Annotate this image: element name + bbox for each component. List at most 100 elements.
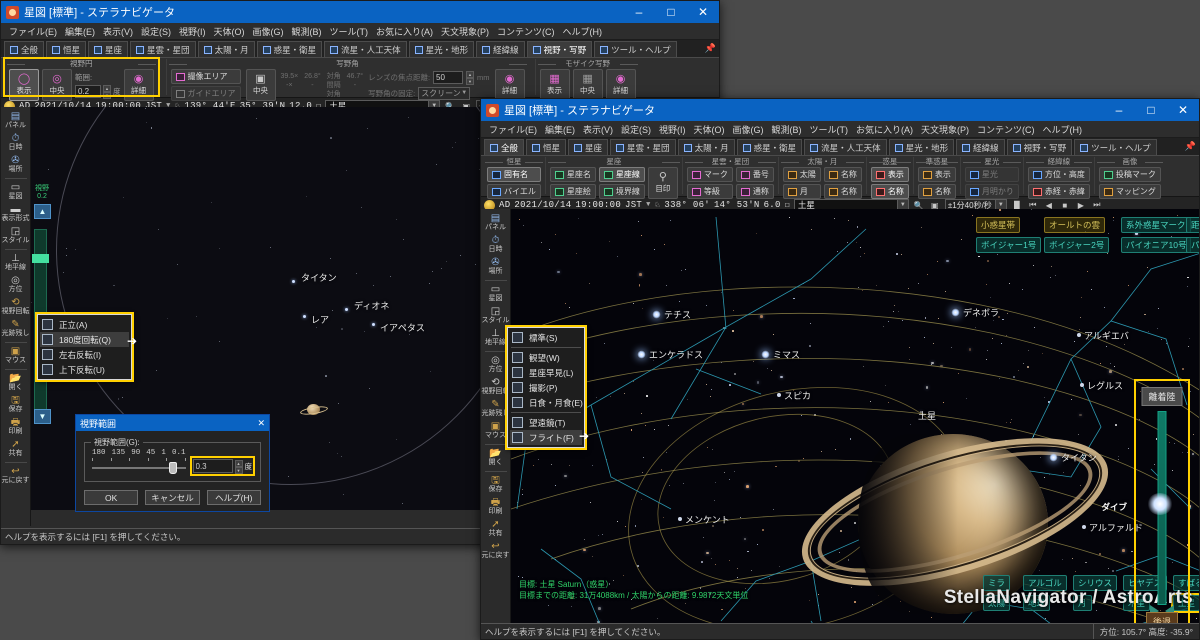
minimize-button[interactable]: – xyxy=(1103,99,1135,121)
menu-item-フライト(F)[interactable]: フライト(F) xyxy=(510,430,582,445)
guide-area-button[interactable]: ガイドエリア xyxy=(170,86,241,101)
menu-item-2[interactable]: 表示(V) xyxy=(99,25,137,38)
sidebar-item-マウス[interactable]: ▣ マウス xyxy=(481,420,511,442)
tabbar-1[interactable]: 全般 恒星 星座 星雲・星団 太陽・月 惑星・衛星 流星・人工天体 星光・地形 経緯線 視野・写野… xyxy=(1,40,719,58)
tab-恒星[interactable]: 恒星 xyxy=(526,139,567,155)
sidebar-item-印刷[interactable]: 🖶 印刷 xyxy=(481,496,511,518)
tab-星座[interactable]: 星座 xyxy=(88,41,129,57)
pin-icon[interactable]: 📌 xyxy=(705,43,716,54)
sky-canvas-2[interactable]: アルクトゥールステチスデネボラエンケラドスミマスアルギエバスピカレグルス土星タイ… xyxy=(511,209,1199,623)
maximize-button[interactable]: □ xyxy=(655,1,687,23)
menu-item-5[interactable]: 天体(O) xyxy=(210,25,249,38)
ribbon-button-太陽[interactable]: 太陽 xyxy=(782,167,821,182)
mosaic-show-button[interactable]: ▦ 表示 xyxy=(539,69,570,101)
retreat-button[interactable]: 後退 xyxy=(1145,612,1179,623)
fov-center-button[interactable]: ▣ 中央 xyxy=(245,69,276,101)
ribbon-button-目印[interactable]: ⚲ 目印 xyxy=(647,167,678,199)
sidebar-item-日時[interactable]: ⏱ 日時 xyxy=(481,234,511,256)
menu-item-標準(S)[interactable]: 標準(S) xyxy=(510,330,582,345)
menu-item-左右反転(I)[interactable]: 左右反転(I) xyxy=(40,347,129,362)
chip-パイオニア10号[interactable]: パイオニア10号 xyxy=(1121,237,1192,253)
pin-icon[interactable]: 📌 xyxy=(1185,141,1196,152)
menu-item-7[interactable]: 観測(B) xyxy=(768,123,806,136)
sidebar-item-方位[interactable]: ◎ 方位 xyxy=(1,274,31,296)
fov-value-input[interactable] xyxy=(192,459,233,473)
style-menu-popup[interactable]: 標準(S) 観望(W) 星座早見(L) 撮影(P) 日食・月食(E) 望遠鏡(T) フライト… xyxy=(505,325,587,450)
menu-item-観望(W)[interactable]: 観望(W) xyxy=(510,350,582,365)
close-button[interactable]: ✕ xyxy=(687,1,719,23)
menu-item-撮影(P)[interactable]: 撮影(P) xyxy=(510,380,582,395)
menu-item-0[interactable]: ファイル(E) xyxy=(485,123,541,136)
sidebar-item-元に戻す[interactable]: ↩ 元に戻す xyxy=(1,465,31,487)
sidebar-item-場所[interactable]: ✇ 場所 xyxy=(1,154,31,176)
window-controls-2[interactable]: – □ ✕ xyxy=(1103,99,1199,121)
menu-item-9[interactable]: お気に入り(A) xyxy=(372,25,437,38)
ribbon-button-星光[interactable]: 星光 xyxy=(964,167,1019,182)
zoom-in-button[interactable]: ▲ xyxy=(34,204,51,219)
rotate-menu-popup[interactable]: 正立(A) 180度回転(Q) 左右反転(I) 上下反転(U) xyxy=(35,312,134,382)
menu-item-3[interactable]: 設定(S) xyxy=(617,123,655,136)
minimize-button[interactable]: – xyxy=(623,1,655,23)
tab-惑星・衛星[interactable]: 惑星・衛星 xyxy=(736,139,803,155)
ribbon-button-名称[interactable]: 名称 xyxy=(823,167,862,182)
ribbon-button-固有名[interactable]: 固有名 xyxy=(487,167,541,182)
tab-全般[interactable]: 全般 xyxy=(4,41,45,57)
ribbon-button-名称[interactable]: 名称 xyxy=(917,184,956,199)
cancel-button[interactable]: キャンセル xyxy=(145,490,200,505)
fov-slider-thumb[interactable] xyxy=(168,462,177,474)
tab-星光・地形[interactable]: 星光・地形 xyxy=(408,41,475,57)
sidebar-item-地平線[interactable]: ⊥ 地平線 xyxy=(1,252,31,274)
view-circle-center-button[interactable]: ◎ 中央 xyxy=(42,69,72,101)
tab-流星・人工天体[interactable]: 流星・人工天体 xyxy=(324,41,407,57)
menu-item-6[interactable]: 画像(G) xyxy=(249,25,288,38)
chip-系外惑星マーク[interactable]: 系外惑星マーク xyxy=(1121,217,1191,233)
ribbon-1[interactable]: 視野円 ◯ 表示 ◎ 中央 範囲: ▲▼ xyxy=(1,57,719,101)
sidebar-item-マウス[interactable]: ▣ マウス xyxy=(1,345,31,367)
ribbon-button-月[interactable]: 月 xyxy=(782,184,821,199)
chip-ボイジャー1号[interactable]: ボイジャー1号 xyxy=(976,237,1042,253)
chip-小惑星帯[interactable]: 小惑星帯 xyxy=(976,217,1021,233)
ribbon-button-方位・高度[interactable]: 方位・高度 xyxy=(1027,167,1090,182)
menu-item-0[interactable]: ファイル(E) xyxy=(5,25,61,38)
menubar-2[interactable]: ファイル(E) 編集(E) 表示(V) 設定(S) 視野(I) 天体(O) 画像(G) 観測(… xyxy=(481,121,1199,138)
menu-item-180度回転(Q)[interactable]: 180度回転(Q) xyxy=(40,332,129,347)
chip-パイオニア11号[interactable]: パイオニア11号 xyxy=(1186,237,1199,253)
sidebar-item-星図[interactable]: ▭ 星図 xyxy=(1,181,31,203)
close-icon[interactable]: ✕ xyxy=(257,418,265,429)
ribbon-button-通称[interactable]: 通称 xyxy=(735,184,774,199)
sidebar-item-表示形式[interactable]: ▬ 表示形式 xyxy=(1,203,31,225)
ribbon-button-番号[interactable]: 番号 xyxy=(735,167,774,182)
menu-item-1[interactable]: 編集(E) xyxy=(541,123,579,136)
fov-range-dialog[interactable]: 視野範囲 ✕ 視野範囲(G): 180 135 90 45 1 0.1 0.3 … xyxy=(75,414,270,512)
menu-item-12[interactable]: ヘルプ(H) xyxy=(559,25,607,38)
focal-spinner[interactable]: ▲ ▼ xyxy=(466,70,475,85)
tab-惑星・衛星[interactable]: 惑星・衛星 xyxy=(256,41,323,57)
menu-item-8[interactable]: ツール(T) xyxy=(806,123,853,136)
sidebar-item-パネル[interactable]: ▤ パネル xyxy=(1,110,31,132)
sidebar-item-印刷[interactable]: 🖶 印刷 xyxy=(1,416,31,438)
menu-item-12[interactable]: ヘルプ(H) xyxy=(1039,123,1087,136)
menu-item-9[interactable]: お気に入り(A) xyxy=(852,123,917,136)
menu-item-11[interactable]: コンテンツ(C) xyxy=(493,25,559,38)
ribbon-button-星座名[interactable]: 星座名 xyxy=(549,167,596,182)
tab-星座[interactable]: 星座 xyxy=(568,139,609,155)
view-circle-show-button[interactable]: ◯ 表示 xyxy=(9,69,39,101)
maximize-button[interactable]: □ xyxy=(1135,99,1167,121)
menu-item-星座早見(L)[interactable]: 星座早見(L) xyxy=(510,365,582,380)
titlebar-1[interactable]: 星図 [標準] - ステラナビゲータ – □ ✕ xyxy=(1,1,719,23)
sidebar-1[interactable]: ▤ パネル ⏱ 日時 ✇ 場所 ▭ 星図 ▬ 表示形式 ◲ スタイル ⊥ 地平線 ◎ 方位 ⟲ 視野回転 ✎ 光跡残し… xyxy=(1,107,31,526)
tab-太陽・月[interactable]: 太陽・月 xyxy=(197,41,255,57)
sidebar-item-共有[interactable]: ➚ 共有 xyxy=(481,518,511,540)
sidebar-item-光跡残し[interactable]: ✎ 光跡残し xyxy=(481,398,511,420)
sidebar-item-スタイル[interactable]: ◲ スタイル xyxy=(481,305,511,327)
chevron-down-icon[interactable]: ▼ xyxy=(646,201,651,209)
sidebar-item-方位[interactable]: ◎ 方位 xyxy=(481,354,511,376)
tab-ツール・ヘルプ[interactable]: ツール・ヘルプ xyxy=(1074,139,1157,155)
tab-流星・人工天体[interactable]: 流星・人工天体 xyxy=(804,139,887,155)
sidebar-item-保存[interactable]: 🖫 保存 xyxy=(481,474,511,496)
close-button[interactable]: ✕ xyxy=(1167,99,1199,121)
fov-fix-select[interactable]: スクリーン ▼ xyxy=(418,86,471,100)
sidebar-item-視野回転[interactable]: ⟲ 視野回転 xyxy=(1,296,31,318)
tab-経緯線[interactable]: 経緯線 xyxy=(956,139,1005,155)
menu-item-6[interactable]: 画像(G) xyxy=(729,123,768,136)
